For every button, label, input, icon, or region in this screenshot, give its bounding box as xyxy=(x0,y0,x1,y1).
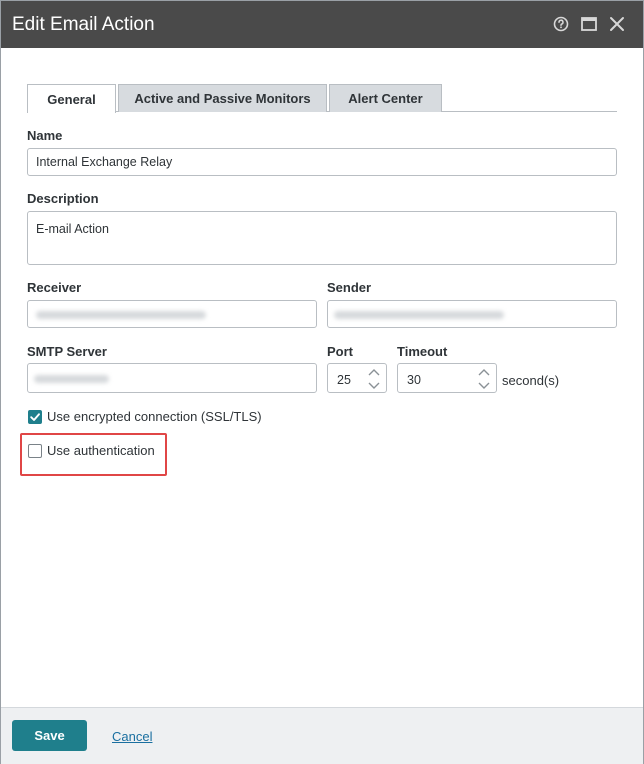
help-icon[interactable] xyxy=(551,14,571,34)
timeout-spinner-arrows[interactable] xyxy=(478,369,490,389)
tab-alert-center[interactable]: Alert Center xyxy=(329,84,442,112)
save-button[interactable]: Save xyxy=(12,720,87,751)
timeout-label: Timeout xyxy=(397,344,448,359)
redacted-value xyxy=(36,311,206,319)
name-label: Name xyxy=(27,128,63,143)
redacted-value xyxy=(334,311,504,319)
smtp-server-input[interactable] xyxy=(27,363,317,393)
redacted-value xyxy=(34,375,109,383)
close-icon[interactable] xyxy=(607,14,627,34)
cancel-link[interactable]: Cancel xyxy=(112,729,152,744)
port-spinner-arrows[interactable] xyxy=(368,369,380,389)
auth-checkbox[interactable] xyxy=(28,444,42,458)
port-label: Port xyxy=(327,344,353,359)
receiver-label: Receiver xyxy=(27,280,82,295)
port-spinner[interactable]: 25 xyxy=(327,363,387,393)
dialog-titlebar: Edit Email Action xyxy=(1,1,643,48)
receiver-input[interactable] xyxy=(27,300,317,328)
timeout-spinner[interactable]: 30 xyxy=(397,363,497,393)
name-input[interactable] xyxy=(27,148,617,176)
dialog-footer: Save Cancel xyxy=(1,707,643,764)
edit-email-action-dialog: Edit Email Action General Active and Pas… xyxy=(0,0,644,764)
tab-active-passive-monitors[interactable]: Active and Passive Monitors xyxy=(118,84,327,112)
dialog-title: Edit Email Action xyxy=(12,14,155,35)
ssl-checkbox-label[interactable]: Use encrypted connection (SSL/TLS) xyxy=(47,409,262,424)
description-textarea[interactable]: E-mail Action xyxy=(27,211,617,265)
tab-general[interactable]: General xyxy=(27,84,116,113)
timeout-value: 30 xyxy=(407,373,421,387)
port-value: 25 xyxy=(337,373,351,387)
titlebar-icons xyxy=(551,14,627,34)
timeout-unit: second(s) xyxy=(502,373,560,388)
chevron-up-icon xyxy=(368,369,380,376)
chevron-down-icon xyxy=(368,382,380,389)
sender-input[interactable] xyxy=(327,300,617,328)
tab-bar: General Active and Passive Monitors Aler… xyxy=(27,84,617,113)
ssl-checkbox[interactable] xyxy=(28,410,42,424)
auth-checkbox-label[interactable]: Use authentication xyxy=(47,443,155,458)
maximize-icon[interactable] xyxy=(579,14,599,34)
chevron-down-icon xyxy=(478,382,490,389)
smtp-server-label: SMTP Server xyxy=(27,344,107,359)
sender-label: Sender xyxy=(327,280,372,295)
checkmark-icon xyxy=(30,413,40,421)
description-label: Description xyxy=(27,191,99,206)
chevron-up-icon xyxy=(478,369,490,376)
